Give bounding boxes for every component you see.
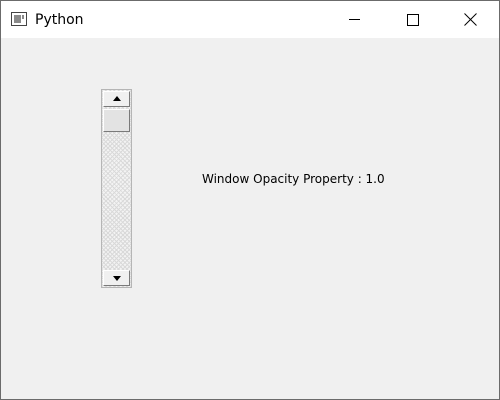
scroll-up-button[interactable] [103, 91, 130, 107]
arrow-up-icon [113, 96, 121, 101]
maximize-button[interactable] [383, 1, 441, 38]
app-icon-pane-right [22, 15, 24, 19]
vertical-scrollbar[interactable] [101, 89, 132, 288]
app-icon[interactable] [11, 12, 27, 26]
app-icon-pane-left [14, 15, 21, 23]
arrow-down-icon [113, 276, 121, 281]
minimize-icon [349, 19, 360, 20]
window-title: Python [35, 12, 84, 28]
client-area: Window Opacity Property : 1.0 [1, 38, 499, 399]
app-window: Python Window Opacity Property : 1.0 [0, 0, 500, 400]
close-icon [464, 13, 477, 26]
close-button[interactable] [441, 1, 499, 38]
minimize-button[interactable] [325, 1, 383, 38]
scrollbar-thumb[interactable] [103, 109, 130, 132]
opacity-label: Window Opacity Property : 1.0 [202, 172, 385, 186]
scroll-down-button[interactable] [103, 270, 130, 286]
title-bar[interactable]: Python [1, 1, 499, 38]
maximize-icon [407, 14, 419, 26]
